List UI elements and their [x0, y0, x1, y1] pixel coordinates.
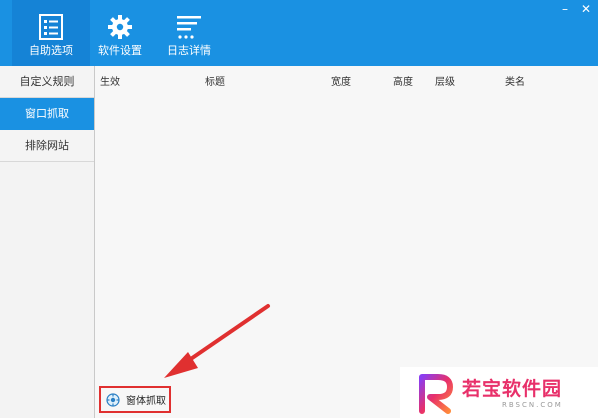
window-capture-label: 窗体抓取 — [126, 396, 166, 407]
column-header-width[interactable]: 宽度 — [331, 73, 351, 88]
minimize-icon: – — [562, 2, 568, 16]
window-capture-button[interactable]: 窗体抓取 — [99, 386, 171, 413]
brand-logo-icon — [419, 373, 453, 414]
column-header-height[interactable]: 高度 — [393, 73, 413, 88]
window-list-table: 生效 标题 宽度 高度 层级 类名 — [95, 66, 598, 418]
sidebar-item-custom-rules[interactable]: 自定义规则 — [0, 66, 94, 98]
column-header-class-name[interactable]: 类名 — [505, 73, 525, 88]
app-window: 自助选项 软件设置 日志详情 – ✕ 自定义规则 窗口抓取 排除网站 生效 标题… — [0, 0, 598, 418]
table-header: 生效 标题 宽度 高度 层级 类名 — [95, 66, 598, 92]
watermark: 若宝软件园 RBSCN.COM — [400, 367, 598, 418]
sidebar-item-label: 排除网站 — [25, 139, 69, 152]
column-header-enabled[interactable]: 生效 — [100, 73, 120, 88]
toolbar-item-label: 软件设置 — [98, 44, 142, 57]
gear-icon — [108, 15, 132, 39]
sidebar-item-exclude-sites[interactable]: 排除网站 — [0, 130, 94, 162]
crosshair-target-icon — [106, 392, 120, 407]
column-header-title[interactable]: 标题 — [205, 73, 225, 88]
watermark-brand-en: RBSCN.COM — [502, 400, 563, 409]
checklist-icon — [39, 14, 63, 40]
sidebar-item-label: 自定义规则 — [19, 75, 75, 88]
log-lines-icon — [177, 16, 201, 39]
toolbar-item-label: 自助选项 — [29, 44, 73, 57]
sidebar-item-window-capture[interactable]: 窗口抓取 — [0, 98, 94, 130]
toolbar-software-settings[interactable]: 软件设置 — [81, 0, 159, 66]
watermark-brand-cn: 若宝软件园 — [462, 377, 563, 400]
top-toolbar: 自助选项 软件设置 日志详情 – ✕ — [0, 0, 598, 66]
column-header-level[interactable]: 层级 — [435, 73, 455, 88]
toolbar-self-help-options[interactable]: 自助选项 — [12, 0, 90, 66]
toolbar-item-label: 日志详情 — [167, 44, 211, 57]
watermark-text: 若宝软件园 RBSCN.COM — [462, 377, 563, 409]
close-icon: ✕ — [580, 2, 592, 16]
minimize-button[interactable]: – — [556, 0, 574, 20]
sidebar: 自定义规则 窗口抓取 排除网站 — [0, 66, 95, 418]
sidebar-item-label: 窗口抓取 — [25, 107, 69, 120]
close-button[interactable]: ✕ — [577, 0, 595, 20]
toolbar-log-details[interactable]: 日志详情 — [150, 0, 228, 66]
